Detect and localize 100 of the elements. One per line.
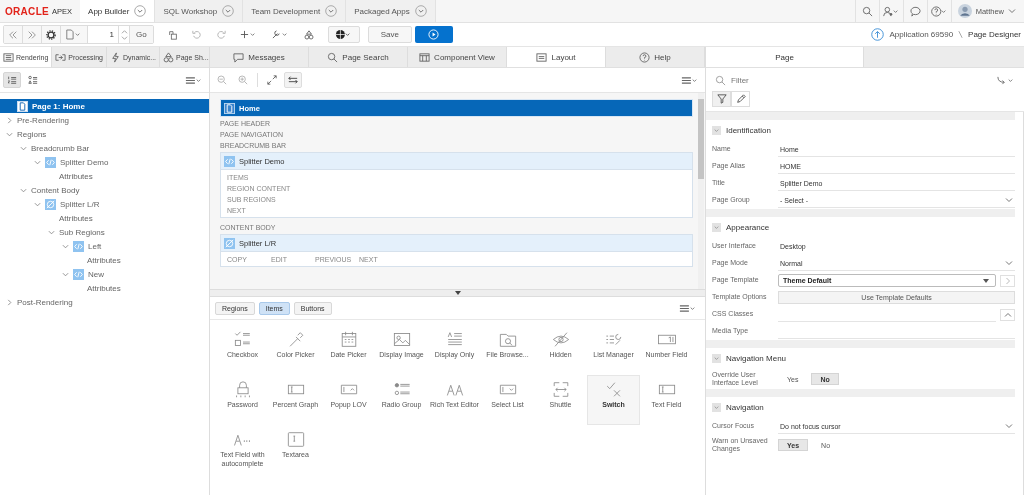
search-icon [715,74,726,86]
collapse-toggle-icon[interactable] [712,223,721,232]
panel-tab[interactable]: Help [606,47,705,67]
chevron-down-icon [1005,259,1013,267]
caret-icon [325,5,338,17]
nav-tab[interactable]: Packaged Apps [346,0,436,22]
tree-view-button[interactable] [3,72,21,88]
zoom-out-icon [217,75,227,85]
speech-bubble-icon [909,5,921,17]
tree-item[interactable]: Splitter L/R [0,197,209,211]
panel-tab[interactable]: Layout [507,47,606,67]
chevron-down-icon [1005,196,1013,204]
funnel-icon [716,94,727,104]
code-region-icon [45,156,56,168]
collapse-toggle-icon[interactable] [712,403,721,412]
tree-item[interactable]: Left [0,239,209,253]
tree-item[interactable]: Attributes [0,169,209,183]
section-title: Navigation [726,403,764,412]
numbered-list-icon [7,75,17,85]
tree-item[interactable]: Attributes [0,211,209,225]
nav-tab[interactable]: SQL Workshop [155,0,244,22]
section-title: Navigation Menu [726,354,787,363]
panel-tab[interactable]: Messages [210,47,309,67]
shapes-icon [303,29,314,40]
lightning-icon [109,51,121,63]
breadcrumb-separator-icon [958,30,964,39]
section-title: Identification [726,126,771,135]
caret-icon [1008,7,1016,15]
list-icon [3,51,14,63]
filter-field[interactable]: Filter [731,75,989,85]
chevron-down-icon[interactable] [6,130,13,138]
tree-item[interactable]: Attributes [0,253,209,267]
speech-bubble-icon [233,51,245,63]
run-button[interactable] [414,26,453,43]
page-icon [224,102,235,114]
nav-tab[interactable]: App Builder [80,0,156,22]
swap-arrows-icon [288,75,298,85]
search-icon [861,5,873,17]
layout-icon [536,51,548,63]
chevron-down-icon [1005,422,1013,430]
tree-item[interactable]: Attributes [0,281,209,295]
breadcrumb-link[interactable]: Application 69590 [889,30,954,39]
help-icon [639,51,651,63]
table-icon [419,51,431,63]
code-region-icon [224,155,235,167]
chevron-down-icon[interactable] [34,200,41,208]
edit-button[interactable] [731,91,750,107]
panel-tab[interactable]: Page [706,47,864,67]
chevron-up-icon [1003,310,1012,319]
chevron-down-icon[interactable] [48,228,55,236]
expand-button[interactable] [1000,308,1015,321]
tree-item[interactable]: Breadcrumb Bar [0,141,209,155]
shapes-icon [163,51,174,63]
filter-button[interactable] [712,91,731,107]
chevron-down-icon[interactable] [62,242,69,250]
tree-item[interactable]: Sub Regions [0,225,209,239]
chevron-right-icon [1003,276,1012,285]
panel-tab[interactable]: Page Search [309,47,408,67]
menu-icon [185,74,203,86]
shapes-list-icon [28,75,38,85]
tree-item[interactable]: Splitter Demo [0,155,209,169]
caret-icon [134,5,147,17]
chevron-right-icon[interactable] [6,116,13,124]
brand-logo[interactable]: ORACLE [5,5,50,17]
go-to-template-button[interactable] [1000,274,1015,287]
dropdown-arrow-icon [983,278,989,283]
collapse-toggle-icon[interactable] [712,354,721,363]
process-icon [55,51,67,63]
pencil-icon [735,94,746,104]
hook-arrow-icon [997,74,1015,86]
caret-icon [414,5,427,17]
collapse-arrow-icon[interactable] [454,291,461,295]
scrollbar[interactable] [698,93,704,289]
play-icon [428,29,440,40]
chevron-down-icon[interactable] [20,186,27,194]
save-button[interactable]: Save [367,26,412,43]
avatar-icon [957,4,972,18]
tree-item[interactable]: Pre-Rendering [0,113,209,127]
code-region-icon [73,240,84,252]
tree-item[interactable]: Content Body [0,183,209,197]
globe-menu-button[interactable] [327,26,360,43]
redo-icon [215,29,226,40]
collapse-toggle-icon[interactable] [712,126,721,135]
expand-arrows-icon [267,75,277,85]
section-title: Appearance [726,223,770,232]
nav-tab[interactable]: Team Development [243,0,347,22]
chevron-down-icon[interactable] [34,158,41,166]
tree-item[interactable]: Regions [0,127,209,141]
swap-button[interactable] [284,72,302,88]
chevron-down-icon[interactable] [20,144,27,152]
page-icon [17,100,28,112]
chevron-down-icon[interactable] [62,270,69,278]
caret-icon [222,5,235,17]
tree-item[interactable]: New [0,267,209,281]
search-icon [327,51,339,63]
tree-item[interactable]: Page 1: Home [0,99,209,113]
chevron-right-icon[interactable] [6,298,13,306]
breadcrumb-link[interactable]: Page Designer [968,30,1021,39]
menu-icon [679,302,697,314]
tree-item[interactable]: Post-Rendering [0,295,209,309]
